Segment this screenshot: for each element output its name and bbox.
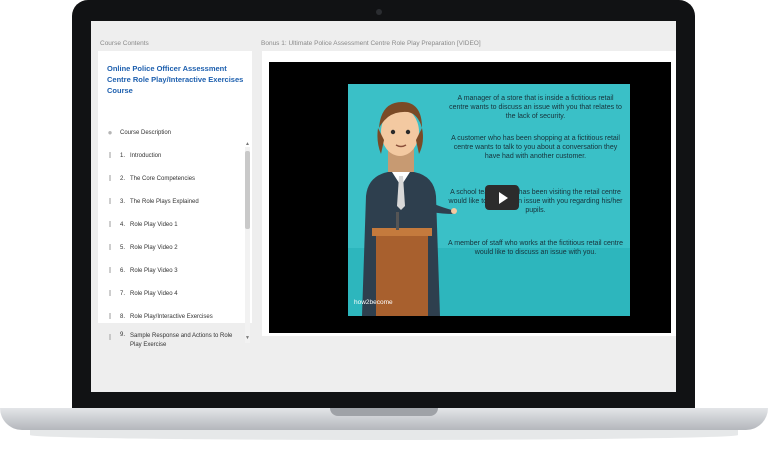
video-player[interactable]: A manager of a store that is inside a fi… <box>269 62 671 333</box>
lesson-item[interactable]: ‖ 2. The Core Competencies <box>98 167 244 190</box>
lesson-label: Course Description <box>120 129 172 136</box>
video-frame: A manager of a store that is inside a fi… <box>348 84 630 316</box>
laptop-notch <box>330 408 438 416</box>
presenter-illustration <box>362 102 457 316</box>
circle-icon: ● <box>107 128 113 137</box>
lesson-label: The Role Plays Explained <box>130 198 199 205</box>
lesson-label: Introduction <box>130 152 162 159</box>
play-button[interactable] <box>485 185 519 210</box>
lesson-item[interactable]: ‖ 7. Role Play Video 4 <box>98 282 244 305</box>
lesson-label: Role Play Video 3 <box>130 267 178 274</box>
scroll-up-icon[interactable]: ▲ <box>245 141 250 147</box>
slide-text-3: A school teacher who has been visiting t… <box>448 189 623 214</box>
lesson-number: 6. <box>120 267 126 274</box>
lesson-number: 5. <box>120 244 126 251</box>
course-contents-heading: Course Contents <box>100 40 149 47</box>
slide-text-1: A manager of a store that is inside a fi… <box>449 95 622 120</box>
lesson-list-scrollbar[interactable]: ▲ ▼ <box>245 141 250 343</box>
laptop-shadow <box>30 430 738 440</box>
camera <box>376 9 382 15</box>
lesson-list: ● Course Description ‖ 1. Introduction ‖… <box>98 121 244 354</box>
lesson-label: The Core Competencies <box>130 175 196 182</box>
lesson-number: 7. <box>120 290 126 297</box>
play-icon <box>498 191 508 204</box>
pause-icon: ‖ <box>108 174 112 183</box>
pause-icon: ‖ <box>108 289 112 298</box>
lesson-item[interactable]: ‖ 3. The Role Plays Explained <box>98 190 244 213</box>
pause-icon: ‖ <box>108 151 112 160</box>
slide-text-4: A member of staff who works at the ficti… <box>448 240 623 256</box>
pause-icon: ‖ <box>108 243 112 252</box>
pause-icon: ‖ <box>108 197 112 206</box>
lesson-number: 4. <box>120 221 126 228</box>
lesson-number: 1. <box>120 152 126 159</box>
lesson-label: Role Play Video 2 <box>130 244 178 251</box>
pause-icon: ‖ <box>108 266 112 275</box>
lesson-label: Role Play Video 4 <box>130 290 178 297</box>
screen: Course Contents Online Police Officer As… <box>91 21 676 392</box>
course-contents-panel: Online Police Officer Assessment Centre … <box>98 51 252 348</box>
lesson-number: 3. <box>120 198 126 205</box>
scroll-thumb[interactable] <box>245 151 250 229</box>
lesson-number: 2. <box>120 175 126 182</box>
slide-text-2: A customer who has been shopping at a fi… <box>451 135 620 160</box>
lesson-item[interactable]: ‖ 6. Role Play Video 3 <box>98 259 244 282</box>
course-title[interactable]: Online Police Officer Assessment Centre … <box>107 63 247 96</box>
video-title: Bonus 1: Ultimate Police Assessment Cent… <box>261 40 481 47</box>
lesson-label: Role Play Video 1 <box>130 221 178 228</box>
lesson-item[interactable]: ‖ 9. Sample Response and Actions to Role… <box>98 328 244 354</box>
lesson-item[interactable]: ‖ 4. Role Play Video 1 <box>98 213 244 236</box>
pause-icon: ‖ <box>108 332 112 342</box>
pause-icon: ‖ <box>108 312 112 321</box>
video-panel: A manager of a store that is inside a fi… <box>262 51 676 336</box>
lesson-number: 9. <box>120 332 126 338</box>
lesson-number: 8. <box>120 313 126 320</box>
lesson-label: Sample Response and Actions to Role Play… <box>130 333 233 348</box>
lesson-item[interactable]: ‖ 1. Introduction <box>98 144 244 167</box>
brand-logo: how2become <box>354 299 393 306</box>
lesson-item[interactable]: ‖ 5. Role Play Video 2 <box>98 236 244 259</box>
scroll-down-icon[interactable]: ▼ <box>245 335 250 341</box>
lesson-label: Role Play/Interactive Exercises <box>130 313 213 320</box>
lesson-item[interactable]: ● Course Description <box>98 121 244 144</box>
pause-icon: ‖ <box>108 220 112 229</box>
lesson-item[interactable]: ‖ 8. Role Play/Interactive Exercises <box>98 305 244 328</box>
